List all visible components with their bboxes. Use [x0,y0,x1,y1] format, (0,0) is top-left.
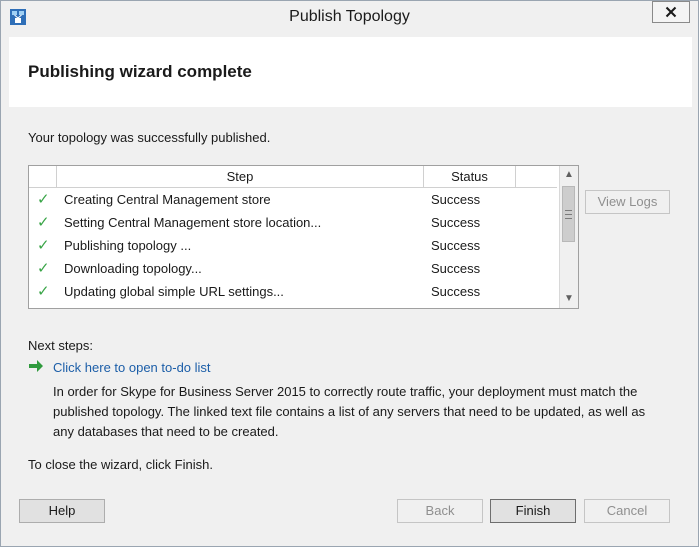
close-button[interactable] [652,1,690,23]
scroll-down-arrow-icon[interactable]: ▼ [560,290,578,308]
next-steps-label: Next steps: [28,338,94,353]
back-button[interactable]: Back [397,499,483,523]
next-steps-description: In order for Skype for Business Server 2… [53,384,646,439]
green-check-icon: ✓ [37,283,50,300]
step-cell: Downloading topology... [64,261,202,276]
vertical-scrollbar[interactable]: ▲ ▼ [559,166,578,308]
green-check-icon: ✓ [37,305,50,308]
header-icon-column [29,166,57,187]
view-logs-button[interactable]: View Logs [585,190,670,214]
steps-grid[interactable]: Step Status ✓ Creating Central Managemen… [28,165,579,309]
grid-rows: ✓ Creating Central Management store Succ… [29,188,557,308]
window-title: Publish Topology [289,8,410,25]
title-bar: Publish Topology [1,1,698,35]
table-row[interactable]: ✓ Publishing topology ... Success [29,234,557,257]
table-row-partial[interactable]: ✓ [29,303,557,308]
status-cell: Success [431,192,481,207]
green-check-icon: ✓ [37,191,50,208]
wizard-header: Publishing wizard complete [9,37,692,107]
cancel-button[interactable]: Cancel [584,499,670,523]
grip-icon [565,209,572,219]
step-cell: Creating Central Management store [64,192,271,207]
step-cell: Setting Central Management store locatio… [64,215,322,230]
column-header-step[interactable]: Step [57,166,424,187]
status-cell: Success [431,215,481,230]
status-cell: Success [431,261,481,276]
grid-header: Step Status [29,166,557,188]
green-check-icon: ✓ [37,260,50,277]
button-bar: Help Back Finish Cancel [9,497,692,537]
step-cell: Publishing topology ... [64,238,192,253]
scroll-thumb[interactable] [562,186,575,242]
status-cell: Success [431,284,481,299]
column-header-status[interactable]: Status [424,166,516,187]
page-title: Publishing wizard complete [28,62,252,81]
close-hint-text: To close the wizard, click Finish. [28,457,213,472]
help-button[interactable]: Help [19,499,105,523]
table-row[interactable]: ✓ Downloading topology... Success [29,257,557,280]
green-check-icon: ✓ [37,214,50,231]
close-x-icon [665,6,677,18]
step-cell: Updating global simple URL settings... [64,284,284,299]
green-check-icon: ✓ [37,237,50,254]
table-row[interactable]: ✓ Setting Central Management store locat… [29,211,557,234]
table-row[interactable]: ✓ Creating Central Management store Succ… [29,188,557,211]
green-arrow-icon [29,360,43,372]
status-cell: Success [431,238,481,253]
wizard-content: Your topology was successfully published… [9,107,692,497]
scroll-up-arrow-icon[interactable]: ▲ [560,166,578,184]
intro-text: Your topology was successfully published… [28,130,271,145]
publish-topology-dialog: Publish Topology Publishing wizard compl… [0,0,699,547]
todo-list-link[interactable]: Click here to open to-do list [53,360,211,375]
table-row[interactable]: ✓ Updating global simple URL settings...… [29,280,557,303]
finish-button[interactable]: Finish [490,499,576,523]
